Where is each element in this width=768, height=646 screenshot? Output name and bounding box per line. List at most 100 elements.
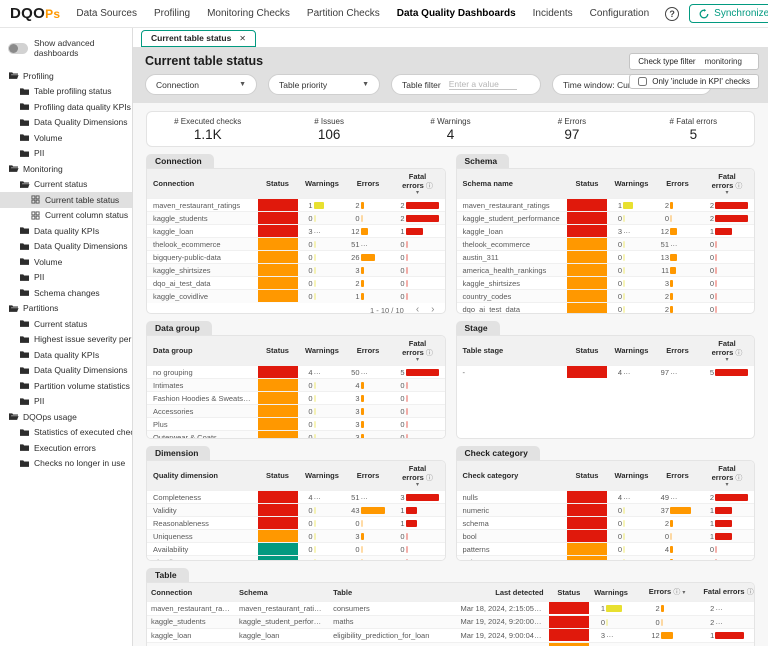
- column-header-errors[interactable]: Errors: [655, 461, 700, 491]
- nav-item-monitoring-checks[interactable]: Monitoring Checks: [207, 8, 290, 19]
- table-row[interactable]: bigquery-public-data 0 26 0: [147, 250, 445, 264]
- table-row[interactable]: no grouping 4 50 5: [147, 365, 445, 379]
- sidebar-item-current-status[interactable]: Current status: [0, 177, 132, 193]
- column-header[interactable]: Quality dimension: [147, 461, 257, 491]
- sidebar-item-volume[interactable]: Volume: [0, 254, 132, 270]
- table-row[interactable]: dqo_ai_test_data 0 2 0: [456, 302, 754, 313]
- synchronize-button[interactable]: Synchronize: [689, 4, 768, 23]
- filter-table-filter[interactable]: Table filter: [391, 74, 541, 95]
- table-row[interactable]: kaggle_shirtsizes 0 3 0: [456, 276, 754, 290]
- table-row[interactable]: patterns 0 4 0: [456, 542, 754, 556]
- column-header-schema[interactable]: Schema: [235, 583, 330, 602]
- column-header[interactable]: Check category: [456, 461, 566, 491]
- table-row[interactable]: Fashion Hoodies & Sweatshirts 0 3 0: [147, 391, 445, 405]
- sidebar-item-monitoring[interactable]: Monitoring: [0, 161, 132, 177]
- table-row[interactable]: thelook_ecommercethelook_ecommerceproduc…: [147, 641, 754, 646]
- column-header-status[interactable]: Status: [256, 461, 299, 491]
- table-row[interactable]: kaggle_students kaggle_student_performanc…: [147, 614, 754, 629]
- table-row[interactable]: kaggle_loan 3 12 1: [147, 224, 445, 238]
- nav-item-partition-checks[interactable]: Partition Checks: [307, 8, 380, 19]
- sidebar-item-table-profiling-status[interactable]: Table profiling status: [0, 84, 132, 100]
- column-header[interactable]: Connection: [147, 169, 257, 199]
- column-header-errors[interactable]: Errors: [345, 461, 391, 491]
- column-header-errors[interactable]: Errors: [345, 169, 391, 199]
- sidebar-item-pii[interactable]: PII: [0, 146, 132, 162]
- table-row[interactable]: Timeliness000: [147, 555, 445, 560]
- column-header-warnings[interactable]: Warnings: [608, 336, 655, 366]
- column-header-status[interactable]: Status: [256, 336, 299, 366]
- help-icon[interactable]: ?: [665, 6, 680, 21]
- panel-tab-check-category[interactable]: Check category: [455, 446, 540, 460]
- column-header-table[interactable]: Table: [329, 583, 457, 602]
- table-row[interactable]: nulls 4 49 2: [456, 490, 754, 504]
- column-header-errors[interactable]: Errors ⓘ ▾: [644, 583, 700, 602]
- table-row[interactable]: - 4 97 5: [456, 365, 754, 379]
- sidebar-item-data-quality-kpis[interactable]: Data quality KPIs: [0, 347, 132, 363]
- sidebar-item-data-quality-kpis[interactable]: Data quality KPIs: [0, 223, 132, 239]
- column-header-connection[interactable]: Connection: [147, 583, 235, 602]
- table-row[interactable]: austin_311 0 13 0: [456, 250, 754, 264]
- column-header-fatal[interactable]: Fatal errors ⓘ ▾: [390, 336, 445, 366]
- nav-item-profiling[interactable]: Profiling: [154, 8, 190, 19]
- table-row[interactable]: dqo_ai_test_data 0 2 0: [147, 276, 445, 290]
- column-header-status[interactable]: Status: [566, 336, 608, 366]
- table-row[interactable]: bool 0 0 1: [456, 529, 754, 543]
- close-icon[interactable]: ✕: [239, 34, 246, 43]
- table-row[interactable]: uniqueness 030: [456, 555, 754, 560]
- sidebar-item-data-quality-dimensions[interactable]: Data Quality Dimensions: [0, 115, 132, 131]
- advanced-dashboards-toggle[interactable]: [8, 42, 28, 54]
- table-row[interactable]: schema 0 2 1: [456, 516, 754, 530]
- column-header-errors[interactable]: Errors: [655, 169, 700, 199]
- sidebar-item-current-table-status[interactable]: Current table status: [0, 192, 132, 208]
- sidebar-item-volume[interactable]: Volume: [0, 130, 132, 146]
- sidebar-item-checks-no-longer-in-use[interactable]: Checks no longer in use: [0, 456, 132, 472]
- sidebar-item-execution-errors[interactable]: Execution errors: [0, 440, 132, 456]
- sidebar-item-partitions[interactable]: Partitions: [0, 301, 132, 317]
- column-header-fatal[interactable]: Fatal errors ⓘ ▾: [700, 336, 754, 366]
- table-filter-input[interactable]: [448, 79, 517, 90]
- table-row[interactable]: kaggle_students 0 0 2: [147, 211, 445, 225]
- table-row[interactable]: kaggle_shirtsizes 0 3 0: [147, 263, 445, 277]
- column-header-warnings[interactable]: Warnings: [608, 461, 655, 491]
- sidebar-item-profiling[interactable]: Profiling: [0, 68, 132, 84]
- column-header-errors[interactable]: Errors: [655, 336, 700, 366]
- column-header-status[interactable]: Status: [566, 461, 608, 491]
- column-header-fatal[interactable]: Fatal errors ⓘ ▾: [390, 169, 445, 199]
- sidebar-item-pii[interactable]: PII: [0, 270, 132, 286]
- sidebar-item-data-quality-dimensions[interactable]: Data Quality Dimensions: [0, 239, 132, 255]
- column-header-fatal[interactable]: Fatal errors ⓘ ▾: [700, 169, 754, 199]
- column-header-warnings[interactable]: Warnings: [298, 336, 346, 366]
- panel-tab-dimension[interactable]: Dimension: [146, 446, 211, 460]
- nav-item-configuration[interactable]: Configuration: [590, 8, 649, 19]
- column-header-errors[interactable]: Errors: [345, 336, 391, 366]
- panel-tab-schema[interactable]: Schema: [455, 154, 510, 168]
- column-header-last-detected[interactable]: Last detected: [456, 583, 548, 602]
- nav-item-incidents[interactable]: Incidents: [533, 8, 573, 19]
- column-header-status[interactable]: Status: [566, 169, 608, 199]
- table-row[interactable]: kaggle_loan 3 12 1: [456, 224, 754, 238]
- filter-table-priority[interactable]: Table priority ▼: [268, 74, 380, 95]
- next-page-button[interactable]: ›: [431, 305, 434, 314]
- sidebar-item-schema-changes[interactable]: Schema changes: [0, 285, 132, 301]
- table-row[interactable]: Reasonableness 0 0 1: [147, 516, 445, 530]
- prev-page-button[interactable]: ‹: [416, 305, 419, 314]
- check-type-filter-button[interactable]: Check type filter monitoring: [629, 53, 759, 70]
- sidebar-item-data-quality-dimensions[interactable]: Data Quality Dimensions: [0, 363, 132, 379]
- table-row[interactable]: maven_restaurant_ratings 1 2 2: [456, 198, 754, 212]
- column-header-fatal[interactable]: Fatal errors ⓘ ▾: [390, 461, 445, 491]
- column-header[interactable]: Data group: [147, 336, 257, 366]
- table-row[interactable]: Validity 0 43 1: [147, 503, 445, 517]
- sidebar-item-profiling-data-quality-kpis[interactable]: Profiling data quality KPIs: [0, 99, 132, 115]
- table-row[interactable]: thelook_ecommerce 0 51 0: [456, 237, 754, 251]
- sidebar-item-partition-volume-statistics[interactable]: Partition volume statistics: [0, 378, 132, 394]
- column-header-warnings[interactable]: Warnings: [608, 169, 655, 199]
- sidebar-item-statistics-of-executed-checks[interactable]: Statistics of executed checks: [0, 425, 132, 441]
- kpi-checkbox-input[interactable]: [638, 77, 648, 86]
- table-row[interactable]: kaggle_covidlive 0 1 0: [147, 289, 445, 303]
- table-row[interactable]: country_codes 0 2 0: [456, 289, 754, 303]
- table-row[interactable]: Intimates 0 4 0: [147, 378, 445, 392]
- sidebar-item-highest-issue-severity-per-day[interactable]: Highest issue severity per day: [0, 332, 132, 348]
- sidebar-item-dqops-usage[interactable]: DQOps usage: [0, 409, 132, 425]
- nav-item-data-sources[interactable]: Data Sources: [76, 8, 137, 19]
- tab-current-table-status[interactable]: Current table status ✕: [141, 30, 256, 47]
